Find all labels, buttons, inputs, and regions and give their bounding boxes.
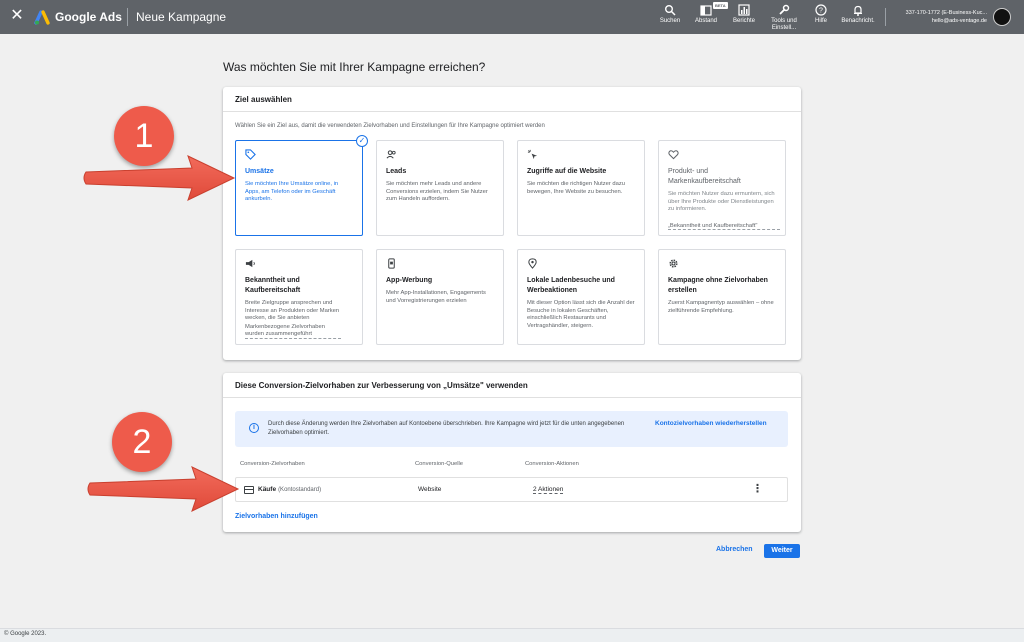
default-label: (Kontostandard)	[278, 487, 322, 493]
reports-icon	[738, 4, 750, 16]
tool-label: Suchen	[659, 18, 681, 24]
check-icon: ✓	[356, 135, 368, 147]
goal-tile-local-store-visits[interactable]: Lokale Ladenbesuche und Werbeaktionen Mi…	[517, 249, 645, 345]
goal-name: Käufe	[258, 486, 277, 493]
tile-text: Sie möchten die richtigen Nutzer dazu be…	[527, 181, 625, 195]
help-tool-button[interactable]: ? Hilfe	[803, 4, 839, 25]
table-row: Käufe (Kontostandard) Website 2 Aktionen …	[235, 477, 788, 502]
page-title: Was möchten Sie mit Ihrer Kampagne errei…	[223, 60, 486, 74]
copyright: © Google 2023.	[4, 631, 47, 637]
tool-label: Hilfe	[814, 18, 827, 24]
megaphone-icon	[245, 259, 255, 268]
heart-icon	[668, 150, 679, 160]
gear-icon	[669, 259, 678, 268]
search-icon	[665, 5, 676, 16]
goal-description: Wählen Sie ein Ziel aus, damit die verwe…	[235, 123, 545, 129]
goal-tile-website-traffic[interactable]: Zugriffe auf die Website Sie möchten die…	[517, 140, 645, 236]
add-goal-link[interactable]: Zielvorhaben hinzufügen	[235, 513, 318, 520]
column-header: Conversion-Zielvorhaben	[240, 461, 305, 467]
tile-text: Sie möchten Ihre Umsätze online, in Apps…	[245, 181, 339, 202]
conversion-section-header: Diese Conversion-Zielvorhaben zur Verbes…	[223, 373, 801, 398]
goal-tile-no-goal-campaign[interactable]: Kampagne ohne Zielvorhaben erstellen Zue…	[658, 249, 786, 345]
tile-title: Lokale Ladenbesuche und Werbeaktionen	[527, 277, 615, 294]
phone-icon	[388, 258, 395, 269]
appearance-icon	[700, 5, 712, 16]
top-app-bar: ✕ Google Ads Neue Kampagne Suchen Abstan…	[0, 0, 1024, 34]
conversion-actions-link[interactable]: 2 Aktionen	[533, 486, 564, 494]
tile-title: Kampagne ohne Zielvorhaben erstellen	[668, 277, 768, 294]
account-id: 337-170-1772 (E-Business-Kuc...	[905, 10, 987, 16]
page-name: Neue Kampagne	[136, 10, 227, 24]
search-tool-button[interactable]: Suchen	[652, 4, 688, 25]
account-info[interactable]: 337-170-1772 (E-Business-Kuc... hello@ad…	[906, 9, 987, 25]
avatar[interactable]	[993, 8, 1011, 26]
tag-icon	[245, 149, 256, 160]
tile-title: Leads	[386, 168, 407, 175]
cancel-button[interactable]: Abbrechen	[716, 546, 753, 553]
tile-title: Produkt- und Markenkaufbereitschaft	[668, 168, 741, 185]
info-banner: i Durch diese Änderung werden Ihre Zielv…	[235, 411, 788, 447]
tool-label: Berichte	[732, 18, 755, 24]
annotation-arrow-2	[87, 466, 240, 512]
close-icon[interactable]: ✕	[9, 8, 25, 24]
tile-title: Zugriffe auf die Website	[527, 168, 607, 175]
footer: © Google 2023.	[0, 628, 1024, 642]
tile-footnote: „Bekanntheit und Kaufbereitschaft" verwe…	[668, 223, 780, 230]
info-text: Durch diese Änderung werden Ihre Zielvor…	[268, 421, 625, 436]
goal-tile-product-brand-consideration[interactable]: Produkt- und Markenkaufbereitschaft Sie …	[658, 140, 786, 236]
goal-tile-umsaetze[interactable]: ✓ Umsätze Sie möchten Ihre Umsätze onlin…	[235, 135, 368, 236]
conversion-source: Website	[418, 486, 442, 493]
restore-account-goals-link[interactable]: Kontozielvorhaben wiederherstellen	[655, 420, 767, 427]
conversion-goal-name: Käufe (Kontostandard)	[258, 486, 321, 493]
tile-text: Sie möchten Nutzer dazu ermuntern, sich …	[668, 191, 775, 212]
goal-selection-card: Ziel auswählen Wählen Sie ein Ziel aus, …	[223, 87, 801, 360]
brand-name: Google Ads	[55, 10, 122, 24]
annotation-arrow-1	[83, 155, 236, 201]
tile-text: Mehr App-Installationen, Engagements und…	[386, 290, 486, 304]
tool-label: Abstand	[694, 18, 718, 24]
tool-label: Tools und Einstell...	[771, 18, 797, 31]
people-icon	[386, 150, 396, 159]
more-vert-icon[interactable]: ⋮	[752, 482, 763, 496]
tool-label: Benachricht.	[841, 18, 875, 24]
tools-settings-button[interactable]: Tools und Einstell...	[766, 4, 802, 32]
account-email: hello@ads-ventage.de	[931, 18, 987, 24]
tile-footnote: Markenbezogene Zielvorhaben wurden zusam…	[245, 324, 341, 339]
svg-text:?: ?	[819, 8, 823, 15]
tile-title: Umsätze	[245, 168, 274, 175]
tile-text: Breite Zielgruppe ansprechen und Interes…	[245, 300, 340, 321]
wrench-icon	[779, 4, 790, 15]
bell-icon	[854, 5, 862, 16]
reports-tool-button[interactable]: Berichte	[726, 4, 762, 25]
divider	[885, 8, 886, 26]
help-icon: ?	[815, 4, 827, 16]
info-icon: i	[249, 423, 259, 433]
goal-tile-app-promotion[interactable]: App-Werbung Mehr App-Installationen, Eng…	[376, 249, 504, 345]
google-ads-logo-icon	[34, 10, 50, 25]
cursor-click-icon	[527, 149, 538, 160]
divider	[127, 8, 128, 26]
next-button[interactable]: Weiter	[764, 544, 800, 558]
tile-text: Sie möchten mehr Leads und andere Conver…	[386, 181, 488, 202]
conversion-goals-card: Diese Conversion-Zielvorhaben zur Verbes…	[223, 373, 801, 532]
tile-title: App-Werbung	[386, 277, 433, 284]
credit-card-icon	[244, 486, 254, 494]
tile-text: Zuerst Kampagnentyp auswählen – ohne zie…	[668, 300, 774, 314]
pin-icon	[528, 258, 537, 269]
column-header: Conversion-Quelle	[415, 461, 464, 467]
tile-title: Bekanntheit und Kaufbereitschaft	[245, 277, 301, 294]
tile-text: Mit dieser Option lässt sich die Anzahl …	[527, 300, 635, 329]
goal-tile-leads[interactable]: Leads Sie möchten mehr Leads und andere …	[376, 140, 504, 236]
goal-tile-awareness[interactable]: Bekanntheit und Kaufbereitschaft Breite …	[235, 249, 363, 345]
notifications-tool-button[interactable]: Benachricht.	[840, 4, 876, 25]
column-header: Conversion-Aktionen	[525, 461, 579, 467]
goal-section-header: Ziel auswählen	[223, 87, 801, 112]
